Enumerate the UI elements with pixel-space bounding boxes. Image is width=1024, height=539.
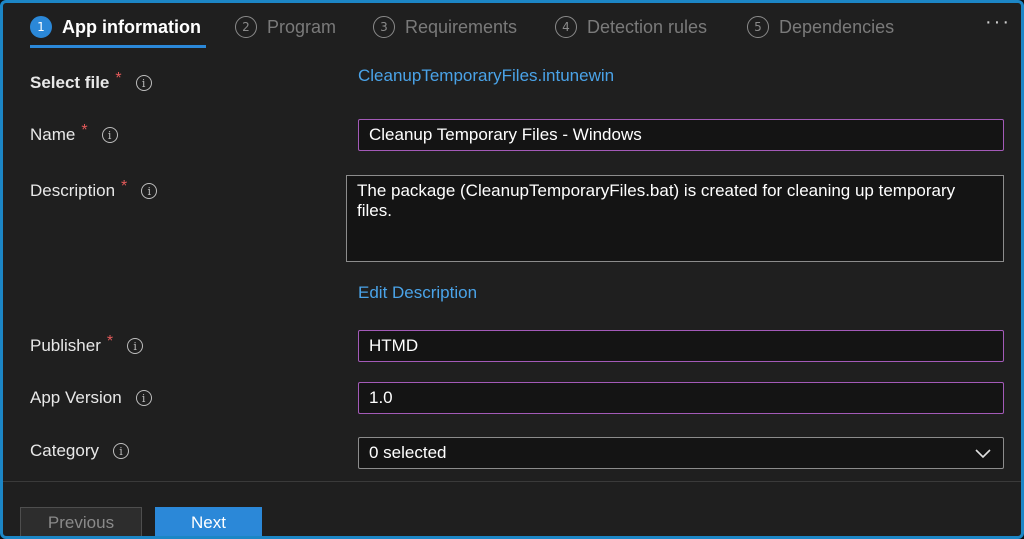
tab-requirements[interactable]: 3 Requirements xyxy=(373,10,517,44)
publisher-label-row: Publisher * i xyxy=(30,333,144,356)
tab-program[interactable]: 2 Program xyxy=(235,10,336,44)
info-icon[interactable]: i xyxy=(135,75,152,91)
description-label: Description xyxy=(30,181,116,200)
select-file-label-row: Select file * i xyxy=(30,70,152,93)
publisher-input[interactable]: HTMD xyxy=(358,330,1004,362)
step-number-icon: 5 xyxy=(747,16,769,38)
tab-app-information[interactable]: 1 App information xyxy=(30,10,201,44)
tab-detection-rules[interactable]: 4 Detection rules xyxy=(555,10,707,44)
required-asterisk: * xyxy=(115,70,122,87)
next-button[interactable]: Next xyxy=(155,507,262,536)
previous-button[interactable]: Previous xyxy=(20,507,142,536)
required-asterisk: * xyxy=(106,333,114,350)
name-label-row: Name * i xyxy=(30,122,118,145)
description-textarea[interactable]: The package (CleanupTemporaryFiles.bat) … xyxy=(346,175,1004,262)
step-number-icon: 3 xyxy=(373,16,395,38)
app-info-panel: 1 App information 2 Program 3 Requiremen… xyxy=(0,0,1024,539)
name-input[interactable]: Cleanup Temporary Files - Windows xyxy=(358,119,1004,151)
info-icon[interactable]: i xyxy=(127,338,144,354)
step-number-icon: 4 xyxy=(555,16,577,38)
tab-label: Program xyxy=(267,16,337,37)
app-version-label-row: App Version i xyxy=(30,388,152,408)
edit-description-link[interactable]: Edit Description xyxy=(358,283,477,303)
info-icon[interactable]: i xyxy=(101,127,118,143)
select-file-link[interactable]: CleanupTemporaryFiles.intunewin xyxy=(358,66,614,86)
select-file-label: Select file xyxy=(30,73,110,92)
required-asterisk: * xyxy=(121,178,128,195)
tab-label: App information xyxy=(62,16,201,37)
category-dropdown[interactable]: 0 selected xyxy=(358,437,1004,469)
footer-divider xyxy=(3,481,1021,482)
app-version-input[interactable]: 1.0 xyxy=(358,382,1004,414)
description-label-row: Description * i xyxy=(30,178,158,201)
publisher-label: Publisher xyxy=(30,336,101,355)
active-tab-indicator xyxy=(30,45,206,48)
category-selected-value: 0 selected xyxy=(369,443,447,462)
info-icon[interactable]: i xyxy=(112,443,129,459)
tab-label: Detection rules xyxy=(587,16,708,37)
required-asterisk: * xyxy=(81,122,88,139)
step-number-icon: 1 xyxy=(30,16,52,38)
info-icon[interactable]: i xyxy=(135,390,152,406)
app-version-label: App Version xyxy=(30,388,122,407)
name-label: Name xyxy=(30,125,76,144)
category-label-row: Category i xyxy=(30,441,129,461)
step-number-icon: 2 xyxy=(235,16,257,38)
tab-label: Requirements xyxy=(405,16,518,37)
category-label: Category xyxy=(30,441,99,460)
tab-dependencies[interactable]: 5 Dependencies xyxy=(747,10,894,44)
info-icon[interactable]: i xyxy=(141,183,158,199)
tab-label: Dependencies xyxy=(779,16,895,37)
more-options-icon[interactable]: ··· xyxy=(985,11,1011,34)
chevron-down-icon xyxy=(975,449,991,459)
wizard-steps: 1 App information 2 Program 3 Requiremen… xyxy=(3,3,1021,51)
